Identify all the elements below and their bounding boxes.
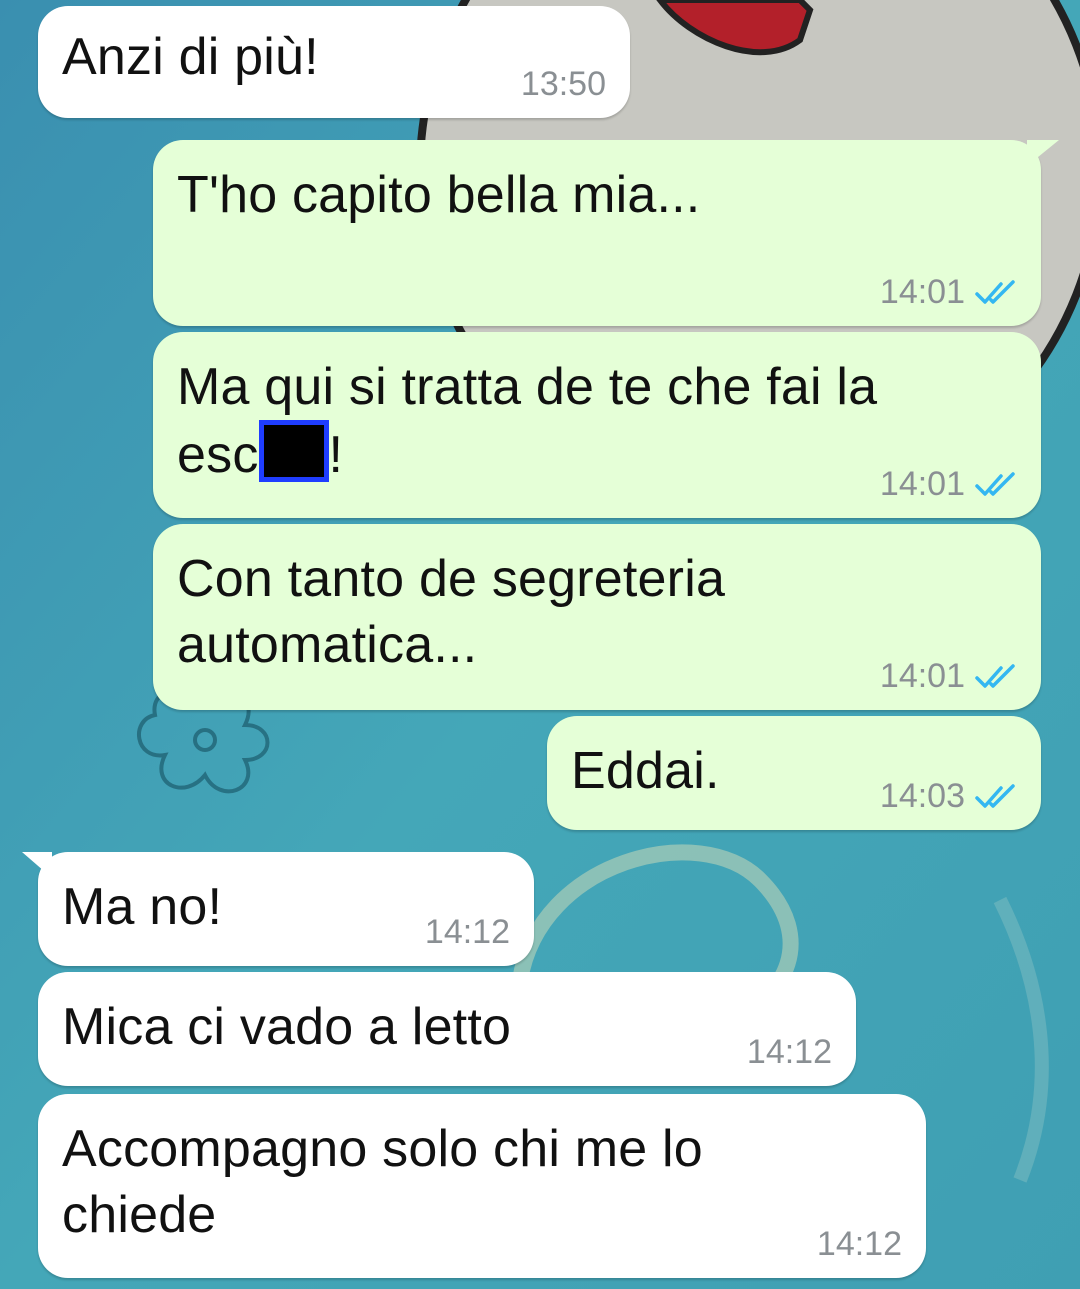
message-line: chiede bbox=[62, 1186, 217, 1244]
message-line: automatica... bbox=[177, 616, 478, 674]
message-text: Mica ci vado a letto bbox=[62, 998, 512, 1056]
double-check-icon bbox=[975, 279, 1015, 304]
message-incoming[interactable]: Ma no! 14:12 bbox=[22, 852, 534, 966]
message-incoming[interactable]: Accompagno solo chi me lo chiede 14:12 bbox=[38, 1094, 926, 1278]
message-text: Ma qui si tratta de te che fai la esc! bbox=[177, 354, 877, 488]
message-incoming[interactable]: Anzi di più! 13:50 bbox=[38, 6, 630, 118]
message-incoming[interactable]: Mica ci vado a letto 14:12 bbox=[38, 972, 856, 1086]
message-time: 14:12 bbox=[746, 1033, 832, 1071]
double-check-icon bbox=[975, 783, 1015, 808]
message-text: Con tanto de segreteria automatica... bbox=[177, 546, 725, 678]
double-check-icon bbox=[975, 471, 1015, 496]
message-outgoing[interactable]: Con tanto de segreteria automatica... 14… bbox=[153, 524, 1041, 710]
redaction-box bbox=[258, 420, 329, 482]
message-outgoing[interactable]: Ma qui si tratta de te che fai la esc! 1… bbox=[153, 332, 1041, 518]
message-text: T'ho capito bella mia... bbox=[177, 166, 701, 224]
bubble-tail bbox=[22, 852, 52, 878]
message-line: Ma qui si tratta de te che fai la bbox=[177, 358, 878, 416]
message-time: 14:12 bbox=[816, 1225, 902, 1263]
message-time: 14:12 bbox=[424, 913, 510, 951]
message-time: 14:01 bbox=[879, 465, 965, 503]
bubble-tail bbox=[1027, 140, 1059, 166]
message-line: esc! bbox=[177, 420, 877, 488]
message-line: Con tanto de segreteria bbox=[177, 550, 726, 608]
message-text: Ma no! bbox=[62, 878, 223, 936]
message-text: Accompagno solo chi me lo chiede bbox=[62, 1116, 703, 1248]
message-text: Anzi di più! bbox=[62, 28, 319, 86]
message-time: 14:03 bbox=[879, 777, 965, 815]
message-time: 14:01 bbox=[879, 273, 965, 311]
message-line: Accompagno solo chi me lo bbox=[62, 1120, 703, 1178]
double-check-icon bbox=[975, 663, 1015, 688]
message-text: Eddai. bbox=[571, 742, 720, 800]
message-time: 14:01 bbox=[879, 657, 965, 695]
message-time: 13:50 bbox=[520, 65, 606, 103]
message-outgoing[interactable]: Eddai. 14:03 bbox=[547, 716, 1041, 830]
message-outgoing[interactable]: T'ho capito bella mia... 14:01 bbox=[153, 140, 1059, 326]
